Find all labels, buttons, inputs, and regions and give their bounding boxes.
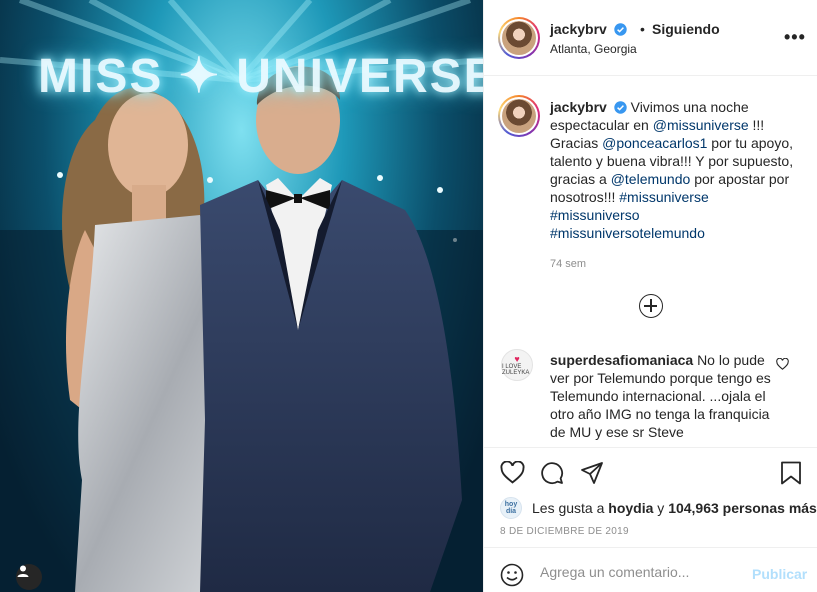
- publish-button[interactable]: Publicar: [752, 566, 807, 582]
- likes-summary: hoy día Les gusta a hoydia y 104,963 per…: [500, 497, 817, 519]
- likes-text: Les gusta a hoydia y 104,963 personas má…: [532, 500, 817, 516]
- post-side-panel: jackybrv • Siguiendo Atlanta, Georgia ••…: [483, 0, 817, 592]
- emoji-icon[interactable]: [500, 563, 524, 587]
- add-comment-bar: Publicar: [484, 547, 817, 592]
- header-username[interactable]: jackybrv: [550, 21, 627, 37]
- load-more-comments-icon[interactable]: [639, 294, 663, 318]
- caption-username[interactable]: jackybrv: [550, 99, 607, 115]
- hashtag-link[interactable]: #missuniversotelemundo: [550, 224, 808, 242]
- hashtag-link[interactable]: #missuniverso: [550, 206, 808, 224]
- share-paper-plane-icon[interactable]: [580, 461, 604, 485]
- caption-timestamp[interactable]: 74 sem: [550, 258, 586, 270]
- verified-badge-icon: [614, 23, 627, 36]
- comment-like-icon[interactable]: [776, 358, 789, 370]
- mention-link[interactable]: @missuniverse: [653, 117, 749, 133]
- following-button[interactable]: Siguiendo: [652, 21, 720, 37]
- comment-input[interactable]: [540, 561, 740, 583]
- liker-username[interactable]: hoydia: [608, 500, 653, 516]
- save-bookmark-icon[interactable]: [780, 461, 802, 485]
- like-heart-icon[interactable]: [500, 461, 525, 484]
- post-caption: jackybrv Vivimos una noche espectacular …: [550, 98, 808, 242]
- post-header: jackybrv • Siguiendo Atlanta, Georgia ••…: [484, 0, 817, 76]
- avatar-photo: [502, 21, 536, 55]
- comment-bubble-icon[interactable]: [540, 461, 564, 485]
- likes-count[interactable]: 104,963 personas más: [668, 500, 817, 516]
- avatar[interactable]: [498, 17, 540, 59]
- avatar-photo: [502, 99, 536, 133]
- comment-item: superdesafiomaniaca No lo pude ver por T…: [550, 351, 772, 441]
- post-photo[interactable]: MISS ✦ UNIVERSE: [0, 0, 483, 592]
- separator-dot: •: [640, 21, 645, 37]
- location-link[interactable]: Atlanta, Georgia: [550, 42, 637, 56]
- user-glyph: [17, 565, 29, 577]
- more-horizontal-icon[interactable]: •••: [784, 28, 806, 46]
- mention-link[interactable]: @ponceacarlos1: [602, 135, 707, 151]
- post-date[interactable]: 8 DE DICIEMBRE DE 2019: [500, 526, 629, 537]
- liker-avatar[interactable]: hoy día: [500, 497, 522, 519]
- user-icon[interactable]: [16, 564, 42, 590]
- comments-section: jackybrv Vivimos una noche espectacular …: [484, 77, 817, 447]
- post-actions: hoy día Les gusta a hoydia y 104,963 per…: [484, 447, 817, 547]
- miss-universe-logo: MISS ✦ UNIVERSE: [38, 50, 483, 103]
- comment-avatar[interactable]: ♥ I LOVE ZULEYKA: [501, 349, 533, 381]
- hashtag-link[interactable]: #missuniverse: [619, 189, 708, 205]
- caption-avatar[interactable]: [498, 95, 540, 137]
- verified-badge-icon: [614, 101, 627, 114]
- heart-icon: ♥: [514, 353, 520, 364]
- mention-link[interactable]: @telemundo: [611, 171, 691, 187]
- comment-username[interactable]: superdesafiomaniaca: [550, 352, 693, 368]
